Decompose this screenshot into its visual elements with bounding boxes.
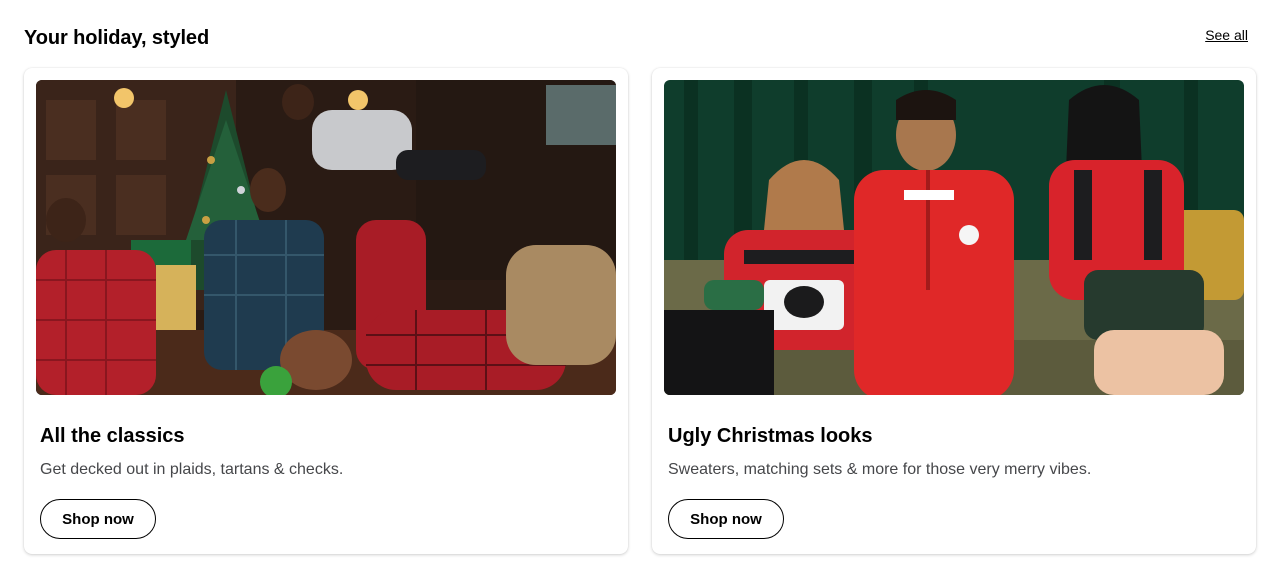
card-all-the-classics[interactable]: All the classics Get decked out in plaid… bbox=[24, 68, 628, 554]
section-title: Your holiday, styled bbox=[24, 27, 210, 49]
shop-now-button[interactable]: Shop now bbox=[668, 499, 784, 539]
see-all-link[interactable]: See all bbox=[1205, 27, 1248, 43]
card-description: Sweaters, matching sets & more for those… bbox=[668, 461, 1092, 478]
classics-photo-illustration bbox=[36, 80, 616, 395]
card-ugly-christmas-looks[interactable]: Ugly Christmas looks Sweaters, matching … bbox=[652, 68, 1256, 554]
holiday-styled-section: Your holiday, styled See all All the cla… bbox=[0, 0, 1280, 579]
card-title: All the classics bbox=[40, 425, 185, 447]
section-header: Your holiday, styled See all bbox=[24, 24, 1248, 54]
card-image[interactable] bbox=[36, 80, 616, 395]
card-description: Get decked out in plaids, tartans & chec… bbox=[40, 461, 344, 478]
card-title: Ugly Christmas looks bbox=[668, 425, 873, 447]
card-image[interactable] bbox=[664, 80, 1244, 395]
ugly-christmas-photo-illustration bbox=[664, 80, 1244, 395]
shop-now-button[interactable]: Shop now bbox=[40, 499, 156, 539]
